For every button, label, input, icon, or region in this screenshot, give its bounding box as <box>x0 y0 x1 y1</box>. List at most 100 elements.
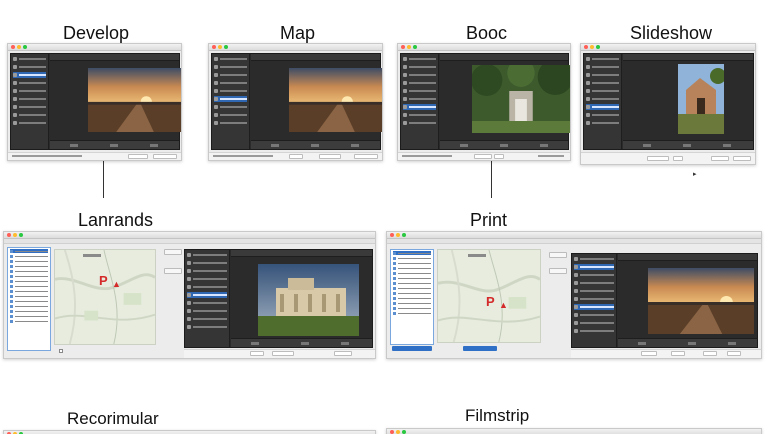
sidebar-item[interactable] <box>403 120 436 126</box>
close-icon[interactable] <box>212 45 216 49</box>
sidebar-item[interactable] <box>403 96 436 102</box>
zoom-icon[interactable] <box>596 45 600 49</box>
list-item[interactable] <box>10 254 48 258</box>
sidebar-item[interactable] <box>214 88 247 94</box>
status-button[interactable] <box>733 156 751 161</box>
list-item[interactable] <box>10 279 48 283</box>
sidebar-item[interactable] <box>187 300 227 306</box>
sidebar-item[interactable] <box>214 104 247 110</box>
sidebar-item[interactable] <box>214 120 247 126</box>
status-button[interactable] <box>272 351 294 356</box>
status-button[interactable] <box>727 351 741 356</box>
list-item[interactable] <box>10 319 48 323</box>
panel-button[interactable] <box>164 268 182 274</box>
status-button[interactable] <box>319 154 341 159</box>
sidebar-item[interactable] <box>586 64 619 70</box>
list-item[interactable] <box>10 294 48 298</box>
list-item-selected[interactable] <box>10 249 48 253</box>
list-item[interactable] <box>393 291 431 295</box>
sidebar-item[interactable] <box>187 308 227 314</box>
zoom-icon[interactable] <box>224 45 228 49</box>
status-button[interactable] <box>671 351 685 356</box>
checkbox[interactable] <box>59 349 63 353</box>
list-item[interactable] <box>10 274 48 278</box>
list-item[interactable] <box>10 309 48 313</box>
list-item[interactable] <box>393 311 431 315</box>
sidebar-item-selected[interactable] <box>574 264 614 270</box>
status-button[interactable] <box>641 351 657 356</box>
sidebar-item[interactable] <box>13 88 46 94</box>
sidebar-item[interactable] <box>187 276 227 282</box>
sidebar-item[interactable] <box>586 72 619 78</box>
sidebar-item[interactable] <box>13 104 46 110</box>
list-item[interactable] <box>10 264 48 268</box>
close-icon[interactable] <box>7 233 11 237</box>
minimize-icon[interactable] <box>218 45 222 49</box>
list-item[interactable] <box>393 266 431 270</box>
list-item[interactable] <box>393 271 431 275</box>
sidebar-item[interactable] <box>187 252 227 258</box>
close-icon[interactable] <box>390 430 394 434</box>
sidebar-item[interactable] <box>187 324 227 330</box>
status-button[interactable] <box>647 156 669 161</box>
status-button[interactable] <box>289 154 303 159</box>
minimize-icon[interactable] <box>396 430 400 434</box>
sidebar-item[interactable] <box>187 260 227 266</box>
sidebar-item-selected[interactable] <box>187 292 227 298</box>
sidebar-item[interactable] <box>586 96 619 102</box>
sidebar-item[interactable] <box>187 268 227 274</box>
sidebar-item[interactable] <box>403 56 436 62</box>
print-map[interactable]: P ▲ <box>437 249 541 343</box>
primary-button[interactable] <box>463 346 497 351</box>
zoom-icon[interactable] <box>413 45 417 49</box>
sidebar-item[interactable] <box>574 272 614 278</box>
zoom-icon[interactable] <box>402 430 406 434</box>
panel-button[interactable] <box>164 249 182 255</box>
zoom-icon[interactable] <box>402 233 406 237</box>
zoom-icon[interactable] <box>19 233 23 237</box>
panel-button[interactable] <box>549 252 567 258</box>
sidebar-item[interactable] <box>574 320 614 326</box>
minimize-icon[interactable] <box>590 45 594 49</box>
status-button[interactable] <box>334 351 352 356</box>
print-list[interactable] <box>390 249 434 345</box>
list-item[interactable] <box>10 259 48 263</box>
sidebar-item[interactable] <box>403 112 436 118</box>
sidebar-item[interactable] <box>586 112 619 118</box>
primary-button[interactable] <box>392 346 432 351</box>
sidebar-item[interactable] <box>574 296 614 302</box>
sidebar-item[interactable] <box>214 112 247 118</box>
status-button[interactable] <box>494 154 504 159</box>
status-button[interactable] <box>354 154 378 159</box>
landmarks-map[interactable]: P ▲ <box>54 249 156 345</box>
zoom-icon[interactable] <box>23 45 27 49</box>
sidebar-item[interactable] <box>13 120 46 126</box>
sidebar-item[interactable] <box>586 80 619 86</box>
sidebar-item[interactable] <box>13 96 46 102</box>
sidebar-item[interactable] <box>574 280 614 286</box>
list-item[interactable] <box>393 296 431 300</box>
list-item[interactable] <box>10 299 48 303</box>
sidebar-item[interactable] <box>13 80 46 86</box>
close-icon[interactable] <box>584 45 588 49</box>
minimize-icon[interactable] <box>396 233 400 237</box>
sidebar-item[interactable] <box>187 316 227 322</box>
sidebar-item[interactable] <box>214 64 247 70</box>
list-item[interactable] <box>10 284 48 288</box>
minimize-icon[interactable] <box>17 45 21 49</box>
list-item[interactable] <box>393 256 431 260</box>
sidebar-item[interactable] <box>214 56 247 62</box>
sidebar-item[interactable] <box>13 56 46 62</box>
list-item-selected[interactable] <box>393 251 431 255</box>
status-button[interactable] <box>128 154 148 159</box>
sidebar-item-selected[interactable] <box>214 96 247 102</box>
sidebar-item[interactable] <box>574 328 614 334</box>
list-item[interactable] <box>10 289 48 293</box>
sidebar-item-selected[interactable] <box>13 72 46 78</box>
landmarks-list[interactable] <box>7 247 51 351</box>
sidebar-item[interactable] <box>574 312 614 318</box>
sidebar-item[interactable] <box>214 80 247 86</box>
list-item[interactable] <box>393 286 431 290</box>
list-item[interactable] <box>393 281 431 285</box>
list-item[interactable] <box>393 261 431 265</box>
